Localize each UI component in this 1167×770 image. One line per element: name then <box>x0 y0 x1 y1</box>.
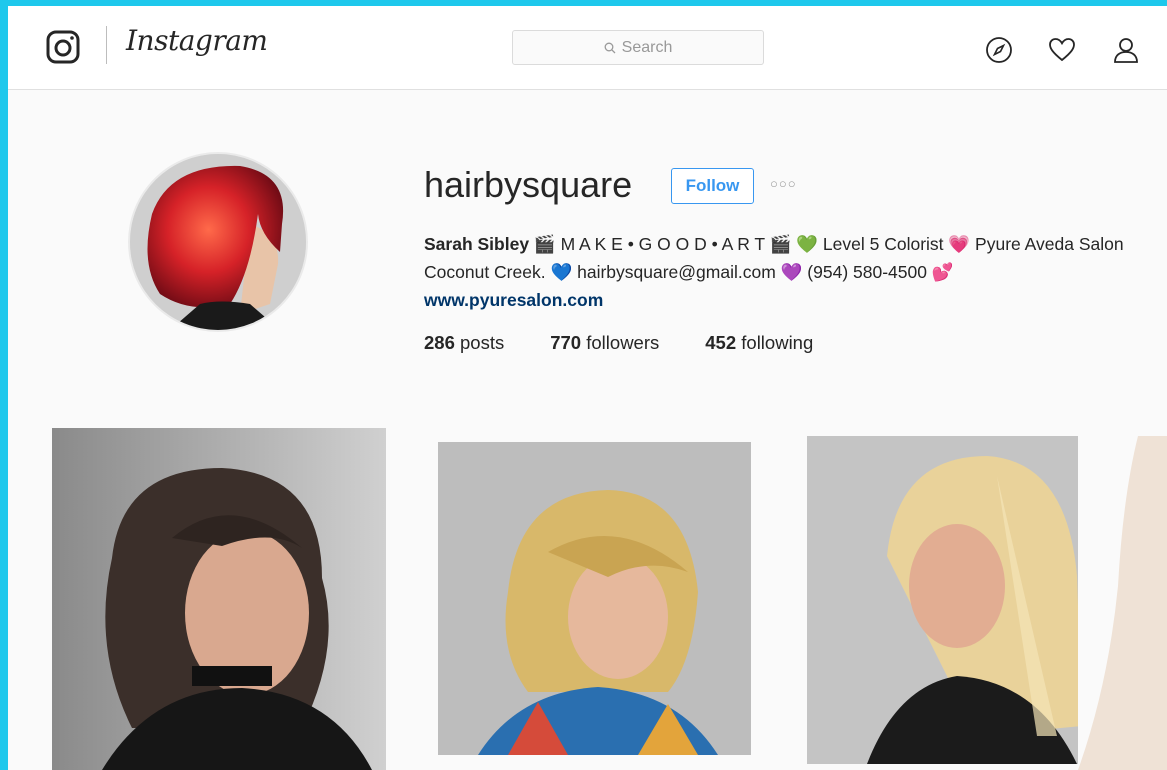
instagram-camera-icon[interactable] <box>46 30 80 64</box>
browser-frame: Instagram Search hairbysquare Follow ○○○… <box>8 6 1167 770</box>
top-navbar: Instagram Search <box>8 6 1167 90</box>
profile-stats: 286 posts 770 followers 452 following <box>424 332 813 354</box>
profile-avatar[interactable] <box>130 154 306 330</box>
bio-text: 🎬 M A K E • G O O D • A R T 🎬 💚 Level 5 … <box>424 234 1124 282</box>
following-label: following <box>741 332 814 353</box>
followers-count: 770 <box>550 332 582 353</box>
search-input[interactable]: Search <box>512 30 764 65</box>
following-stat[interactable]: 452 following <box>705 332 813 354</box>
more-options-button[interactable]: ○○○ <box>770 176 797 191</box>
profile-bio: Sarah Sibley 🎬 M A K E • G O O D • A R T… <box>424 230 1144 314</box>
logo-divider <box>106 26 107 64</box>
post-thumbnail[interactable] <box>52 428 386 770</box>
bio-name: Sarah Sibley <box>424 234 530 254</box>
posts-stat[interactable]: 286 posts <box>424 332 504 354</box>
instagram-wordmark[interactable]: Instagram <box>126 24 268 57</box>
posts-count: 286 <box>424 332 455 353</box>
followers-stat[interactable]: 770 followers <box>550 332 659 354</box>
search-icon <box>604 42 616 53</box>
heart-icon[interactable] <box>1048 36 1076 64</box>
followers-label: followers <box>586 332 660 353</box>
compass-icon[interactable] <box>985 36 1013 64</box>
bio-website-link[interactable]: www.pyuresalon.com <box>424 290 603 310</box>
following-count: 452 <box>705 332 737 353</box>
profile-username: hairbysquare <box>424 164 633 205</box>
follow-button[interactable]: Follow <box>671 168 754 204</box>
post-thumbnail-partial[interactable] <box>1078 436 1167 770</box>
posts-label: posts <box>460 332 505 353</box>
post-thumbnail[interactable] <box>438 442 751 755</box>
profile-icon[interactable] <box>1112 36 1140 64</box>
search-placeholder: Search <box>621 38 673 56</box>
